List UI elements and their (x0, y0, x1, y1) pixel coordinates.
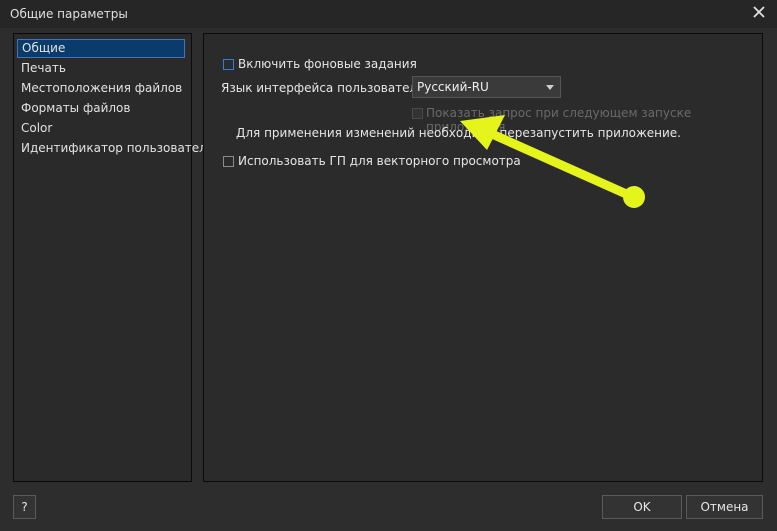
general-settings-dialog: Общие параметры Общие Печать Местоположе… (0, 0, 777, 531)
cancel-button[interactable]: Отмена (686, 495, 763, 519)
chevron-down-icon (546, 85, 554, 90)
ui-language-select[interactable]: Русский-RU (412, 76, 561, 98)
background-jobs-label: Включить фоновые задания (238, 57, 417, 71)
restart-note: Для применения изменений необходимо пере… (236, 126, 681, 140)
sidebar-item-user-id[interactable]: Идентификатор пользователя (17, 139, 214, 158)
ui-language-value: Русский-RU (417, 80, 489, 94)
sidebar-item-file-locations[interactable]: Местоположения файлов (17, 79, 185, 98)
gpu-vector-checkbox[interactable] (223, 156, 234, 167)
sidebar-item-color[interactable]: Color (17, 119, 185, 138)
settings-panel: Включить фоновые задания Язык интерфейса… (203, 33, 763, 482)
show-prompt-checkbox[interactable] (412, 108, 423, 119)
window-title: Общие параметры (10, 7, 128, 21)
title-bar: Общие параметры (0, 0, 777, 28)
ui-language-label: Язык интерфейса пользователя: (221, 81, 429, 95)
sidebar-item-general[interactable]: Общие (17, 39, 185, 58)
sidebar-item-file-formats[interactable]: Форматы файлов (17, 99, 185, 118)
close-icon[interactable] (749, 3, 769, 23)
background-jobs-checkbox[interactable] (223, 59, 234, 70)
category-list: Общие Печать Местоположения файлов Форма… (13, 33, 214, 482)
sidebar-item-print[interactable]: Печать (17, 59, 185, 78)
help-button[interactable]: ? (13, 495, 36, 519)
gpu-vector-label: Использовать ГП для векторного просмотра (238, 154, 521, 168)
ok-button[interactable]: OK (602, 495, 682, 519)
